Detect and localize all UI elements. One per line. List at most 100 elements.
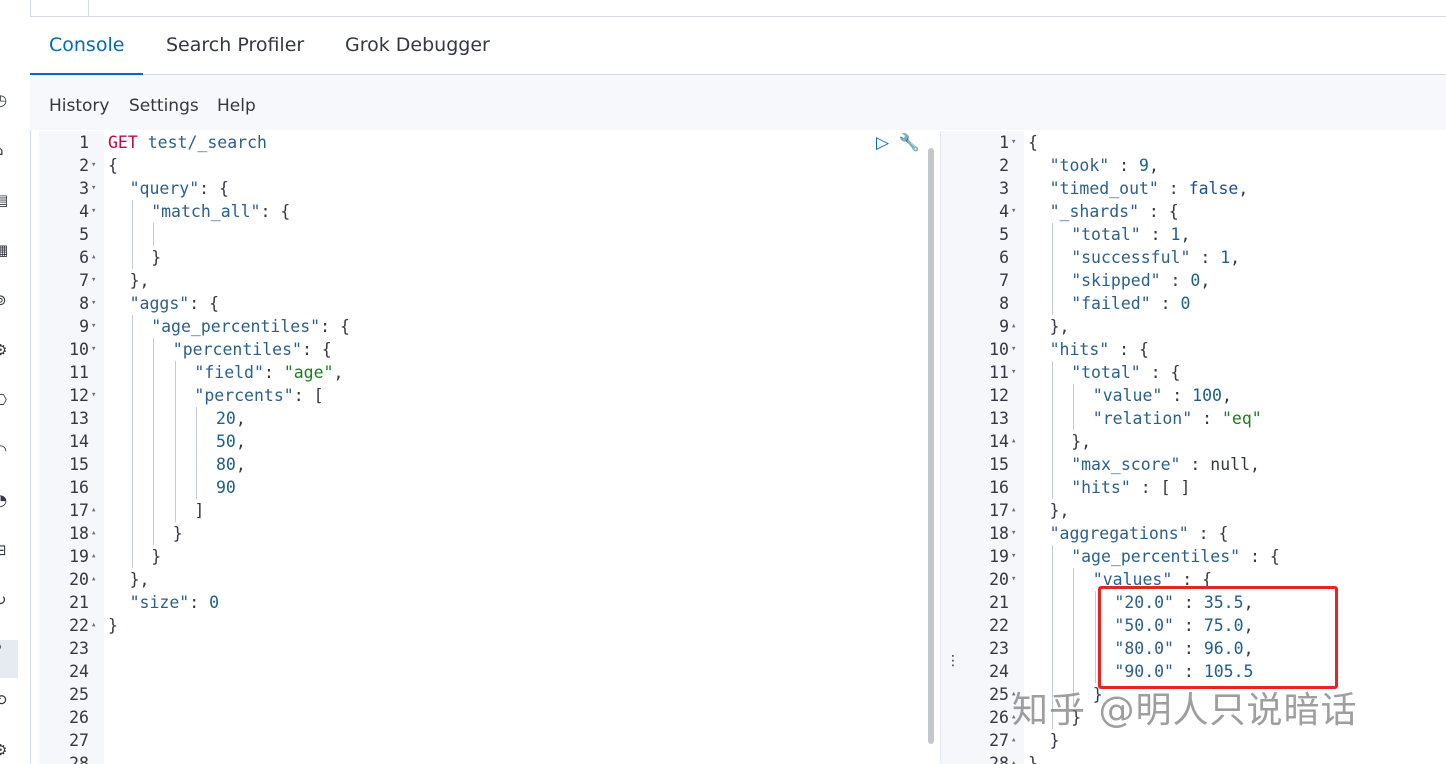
- tab-grok-debugger[interactable]: Grok Debugger: [345, 17, 490, 74]
- indent-guide: [1073, 384, 1075, 407]
- tab-search-profiler[interactable]: Search Profiler: [166, 17, 304, 74]
- indent-guide: [1051, 246, 1053, 269]
- wrench-icon[interactable]: 🔧: [898, 133, 919, 153]
- request-code-line: "percents": [: [104, 384, 940, 407]
- unfold-arrow-icon[interactable]: ▴: [1011, 436, 1016, 446]
- maps-icon[interactable]: ⊚: [0, 292, 10, 308]
- dashboard-icon[interactable]: ▤: [0, 192, 10, 208]
- response-line-number: 22: [989, 616, 1009, 635]
- response-code-line: },: [1049, 501, 1070, 520]
- panel-resizer[interactable]: ⋮: [940, 131, 960, 764]
- response-code-line: "value" : 100,: [1024, 384, 1446, 407]
- indent-guide: [1051, 407, 1053, 430]
- fold-arrow-icon[interactable]: ▾: [91, 344, 96, 354]
- fold-arrow-icon[interactable]: ▾: [91, 275, 96, 285]
- request-code-line: }: [104, 545, 940, 568]
- request-line-number: 2: [79, 156, 89, 175]
- unfold-arrow-icon[interactable]: ▴: [91, 620, 96, 630]
- indent-guide: [1051, 637, 1053, 660]
- indent-guide: [153, 522, 155, 545]
- response-line-number: 17: [989, 501, 1009, 520]
- graph-icon[interactable]: ⎔: [0, 392, 10, 408]
- siem-icon[interactable]: ⊟: [0, 542, 10, 558]
- request-line-number: 3: [79, 179, 89, 198]
- request-actions: ▷ 🔧: [876, 133, 920, 153]
- fold-arrow-icon[interactable]: ▾: [91, 160, 96, 170]
- monitoring-icon[interactable]: ⟲: [0, 692, 10, 708]
- unfold-arrow-icon[interactable]: ▴: [91, 574, 96, 584]
- clock-icon[interactable]: ◷: [0, 92, 10, 108]
- response-line-number: 7: [999, 271, 1009, 290]
- indent-guide: [174, 384, 176, 407]
- request-code-line: [104, 706, 940, 729]
- request-code-line: [104, 683, 940, 706]
- request-code-area[interactable]: GET test/_search {"query": {"match_all": …: [104, 131, 940, 764]
- indent-guide: [196, 476, 198, 499]
- response-line-number: 28: [989, 754, 1009, 764]
- fold-arrow-icon[interactable]: ▾: [1011, 367, 1016, 377]
- request-code-line: [104, 729, 940, 752]
- fold-arrow-icon[interactable]: ▾: [91, 183, 96, 193]
- indent-guide: [1094, 660, 1096, 683]
- indent-guide: [131, 545, 133, 568]
- indent-guide: [1051, 591, 1053, 614]
- request-line-number: 6: [79, 248, 89, 267]
- response-line-number: 19: [989, 547, 1009, 566]
- request-code-line: [104, 660, 940, 683]
- response-line-number: 18: [989, 524, 1009, 543]
- unfold-arrow-icon[interactable]: ▴: [1011, 321, 1016, 331]
- response-line-number: 24: [989, 662, 1009, 681]
- response-code-line: "took" : 9,: [1049, 156, 1159, 175]
- fold-arrow-icon[interactable]: ▾: [91, 321, 96, 331]
- logs-icon[interactable]: ↻: [0, 592, 10, 608]
- fold-arrow-icon[interactable]: ▾: [1011, 551, 1016, 561]
- history-link[interactable]: History: [49, 96, 109, 116]
- request-line-number: 25: [69, 685, 89, 704]
- request-line-number: 1: [79, 133, 89, 152]
- unfold-arrow-icon[interactable]: ▴: [91, 551, 96, 561]
- request-scrollbar[interactable]: [928, 148, 934, 744]
- indent-guide: [153, 476, 155, 499]
- play-icon[interactable]: ▷: [876, 133, 889, 153]
- request-code-line: "percentiles": {: [104, 338, 940, 361]
- unfold-arrow-icon[interactable]: ▴: [91, 252, 96, 262]
- home-icon[interactable]: ⌂: [0, 142, 10, 158]
- unfold-arrow-icon[interactable]: ▴: [91, 528, 96, 538]
- indent-guide: [131, 223, 133, 246]
- unfold-arrow-icon[interactable]: ▴: [1011, 735, 1016, 745]
- ml-icon[interactable]: ⚙: [0, 342, 10, 358]
- unfold-arrow-icon[interactable]: ▴: [91, 505, 96, 515]
- settings-link[interactable]: Settings: [129, 96, 199, 116]
- request-line-number: 10: [69, 340, 89, 359]
- indent-guide: [131, 361, 133, 384]
- indent-guide: [1051, 269, 1053, 292]
- fold-arrow-icon[interactable]: ▾: [91, 298, 96, 308]
- fold-arrow-icon[interactable]: ▾: [91, 390, 96, 400]
- indent-guide: [131, 200, 133, 223]
- fold-arrow-icon[interactable]: ▾: [1011, 137, 1016, 147]
- request-code-line: [104, 223, 940, 246]
- response-code-line: "hits" : [ ]: [1024, 476, 1446, 499]
- indent-guide: [1073, 660, 1075, 683]
- dev-tools-icon[interactable]: ʔ: [0, 642, 10, 658]
- uptime-icon[interactable]: ◔: [0, 492, 10, 508]
- fold-arrow-icon[interactable]: ▾: [91, 206, 96, 216]
- fold-arrow-icon[interactable]: ▾: [1011, 574, 1016, 584]
- settings-icon[interactable]: ⚙: [0, 742, 10, 758]
- apm-icon[interactable]: ◠: [0, 442, 10, 458]
- response-code-line: "relation" : "eq": [1024, 407, 1446, 430]
- unfold-arrow-icon[interactable]: ▴: [1011, 505, 1016, 515]
- fold-arrow-icon[interactable]: ▾: [1011, 206, 1016, 216]
- unfold-arrow-icon[interactable]: ▴: [1011, 758, 1016, 764]
- response-line-number: 3: [999, 179, 1009, 198]
- request-line-number: 13: [69, 409, 89, 428]
- drag-handle-icon[interactable]: ⋮: [946, 653, 960, 669]
- fold-arrow-icon[interactable]: ▾: [1011, 528, 1016, 538]
- fold-arrow-icon[interactable]: ▾: [1011, 344, 1016, 354]
- request-editor[interactable]: GET test/_search {"query": {"match_all": …: [39, 131, 940, 764]
- indent-guide: [1073, 591, 1075, 614]
- request-line-number: 17: [69, 501, 89, 520]
- canvas-icon[interactable]: ▦: [0, 242, 10, 258]
- help-link[interactable]: Help: [217, 96, 256, 116]
- tab-console[interactable]: Console: [30, 17, 144, 75]
